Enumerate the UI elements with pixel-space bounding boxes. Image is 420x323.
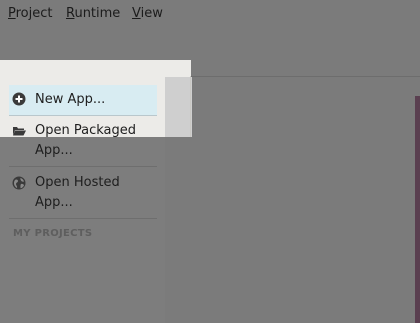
sidebar-divider	[9, 218, 157, 219]
open-packaged-app-button[interactable]: Open Packaged App...	[9, 120, 157, 166]
menu-project[interactable]: Project	[8, 6, 53, 21]
my-projects-header: MY PROJECTS	[13, 228, 93, 239]
open-hosted-app-label: Open Hosted App...	[35, 175, 120, 210]
menu-bar: Project Runtime View	[0, 0, 420, 28]
menu-view[interactable]: View	[132, 6, 163, 21]
folder-open-icon	[13, 127, 26, 136]
open-packaged-app-label: Open Packaged App...	[35, 123, 136, 158]
globe-icon	[12, 176, 26, 190]
main-panel	[165, 76, 420, 323]
open-hosted-app-button[interactable]: Open Hosted App...	[9, 172, 157, 218]
highlight-edge	[190, 76, 191, 137]
plus-circle-icon	[12, 92, 26, 106]
menu-runtime[interactable]: Runtime	[66, 6, 120, 21]
new-app-button[interactable]: New App...	[9, 85, 157, 116]
app-preview-edge	[415, 96, 420, 323]
main-panel-texture	[165, 77, 192, 137]
new-app-label: New App...	[35, 92, 106, 107]
sidebar-divider	[9, 166, 157, 167]
main-panel-divider	[165, 76, 420, 77]
